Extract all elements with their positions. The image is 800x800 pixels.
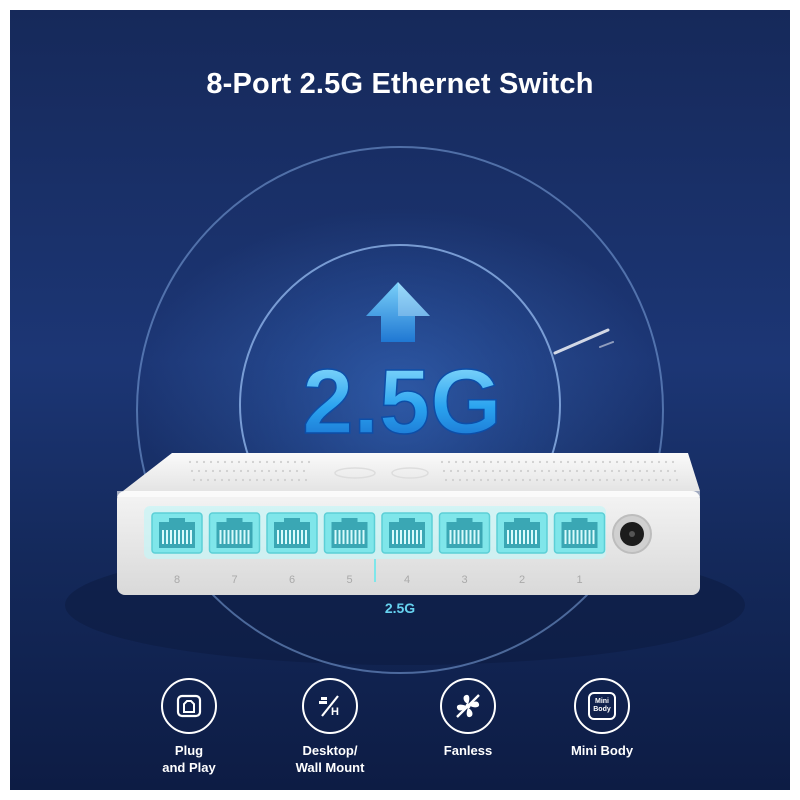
desktop-wall-mount-icon: H [302,678,358,734]
port-number: 1 [576,574,582,586]
ethernet-port [151,512,203,554]
feature-label: Plug and Play [162,743,216,775]
switch-illustration: 2.5G 8 7 6 5 4 3 2 1 [65,146,745,674]
fan-icon [440,678,496,734]
port-number: 8 [174,574,180,586]
plug-and-play-icon [161,678,217,734]
mini-body-icon-text: Mini Body [593,698,611,713]
port-speed-label: 2.5G [384,600,416,616]
ethernet-switch: 8 7 6 5 4 3 2 1 [117,453,700,595]
port-number: 2 [519,574,525,586]
speed-badge: 2.5G [302,351,501,453]
ethernet-port [553,512,606,554]
port-number: 5 [346,574,352,586]
feature-plug-and-play: Plug and Play [129,678,249,776]
port-number: 4 [404,574,410,586]
port-number: 3 [461,574,467,586]
feature-label: Fanless [443,743,493,758]
ethernet-port [266,512,318,554]
mini-body-icon: Mini Body [574,678,630,734]
port-number: 6 [289,574,295,586]
ethernet-port [208,512,261,554]
feature-label: Desktop/ Wall Mount [295,743,365,775]
feature-mini-body: Mini Body Mini Body [542,678,662,759]
feature-desktop-wall-mount: H Desktop/ Wall Mount [270,678,390,776]
product-banner: 8-Port 2.5G Ethernet Switch 2.5G 8 7 6 5… [10,10,790,790]
feature-fanless: Fanless [408,678,528,759]
ethernet-port [496,512,548,554]
svg-text:H: H [331,706,339,718]
ethernet-port [438,512,491,554]
feature-label: Mini Body [570,743,634,758]
ethernet-port [323,512,376,554]
port-number: 7 [231,574,237,586]
ethernet-port [381,512,433,554]
